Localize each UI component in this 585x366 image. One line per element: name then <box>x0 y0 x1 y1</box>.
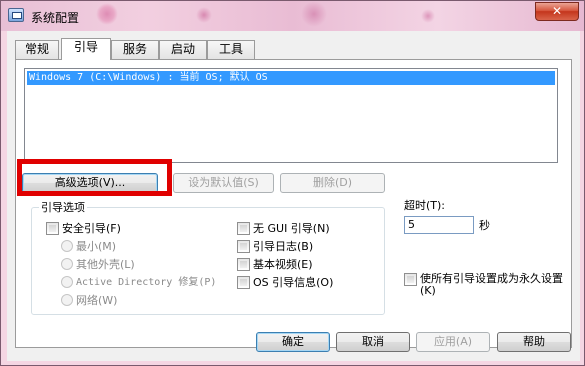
titlebar-decoration <box>96 3 118 25</box>
make-permanent-label: 使所有引导设置成为永久设置(K) <box>420 272 563 297</box>
ok-button[interactable]: 确定 <box>256 332 330 352</box>
msconfig-icon <box>8 8 24 22</box>
boot-options-title: 引导选项 <box>39 199 87 215</box>
os-boot-info-label: OS 引导信息(O) <box>253 276 334 289</box>
tab-label: 常规 <box>24 42 49 56</box>
active-directory-repair-label: Active Directory 修复(P) <box>76 277 217 288</box>
safe-boot-checkbox[interactable] <box>46 222 59 235</box>
alternate-shell-radio[interactable] <box>61 258 73 270</box>
network-radio[interactable] <box>61 294 73 306</box>
os-boot-info-checkbox[interactable] <box>237 276 250 289</box>
set-as-default-button[interactable]: 设为默认值(S) <box>173 173 274 193</box>
alternate-shell-label: 其他外壳(L) <box>76 258 135 271</box>
minimal-radio[interactable] <box>61 240 73 252</box>
network-label: 网络(W) <box>76 294 118 307</box>
no-gui-boot-label: 无 GUI 引导(N) <box>253 222 330 235</box>
cancel-button[interactable]: 取消 <box>336 332 410 352</box>
boot-log-label: 引导日志(B) <box>253 240 314 253</box>
tab-label: 服务 <box>122 42 147 56</box>
timeout-unit-label: 秒 <box>479 219 490 232</box>
tab-label: 启动 <box>170 42 195 56</box>
delete-button[interactable]: 删除(D) <box>280 173 385 193</box>
active-directory-repair-radio[interactable] <box>61 276 73 288</box>
tab-tools[interactable]: 工具 <box>207 40 255 59</box>
tab-boot[interactable]: 引导 <box>61 38 111 60</box>
annotation-highlight-box <box>17 159 172 196</box>
close-button[interactable]: ✕ <box>535 2 579 21</box>
base-video-checkbox[interactable] <box>237 258 250 271</box>
minimal-label: 最小(M) <box>76 240 117 253</box>
tab-general[interactable]: 常规 <box>15 40 59 59</box>
window-title: 系统配置 <box>31 11 80 25</box>
tab-services[interactable]: 服务 <box>111 40 159 59</box>
system-configuration-window: 系统配置 ✕ 常规 引导 服务 启动 工具 Windows 7 (C:\Wind… <box>0 0 585 366</box>
make-permanent-checkbox[interactable] <box>404 273 417 286</box>
titlebar-decoration <box>421 9 435 23</box>
apply-button[interactable]: 应用(A) <box>416 332 490 352</box>
titlebar-decoration <box>301 1 327 27</box>
no-gui-boot-checkbox[interactable] <box>237 222 250 235</box>
help-button[interactable]: 帮助 <box>497 332 571 352</box>
client-area: 常规 引导 服务 启动 工具 Windows 7 (C:\Windows) : … <box>7 31 580 361</box>
tab-startup[interactable]: 启动 <box>159 40 207 59</box>
close-icon: ✕ <box>551 4 563 18</box>
timeout-label: 超时(T): <box>404 199 446 212</box>
title-bar[interactable]: 系统配置 ✕ <box>1 1 584 31</box>
safe-boot-label: 安全引导(F) <box>62 222 121 235</box>
boot-log-checkbox[interactable] <box>237 240 250 253</box>
boot-os-list[interactable]: Windows 7 (C:\Windows) : 当前 OS; 默认 OS <box>24 68 558 163</box>
timeout-input[interactable]: 5 <box>404 216 474 234</box>
tab-label: 工具 <box>218 42 243 56</box>
tab-label: 引导 <box>73 40 98 54</box>
list-item[interactable]: Windows 7 (C:\Windows) : 当前 OS; 默认 OS <box>27 71 555 85</box>
base-video-label: 基本视频(E) <box>253 258 313 271</box>
titlebar-decoration <box>196 7 212 23</box>
